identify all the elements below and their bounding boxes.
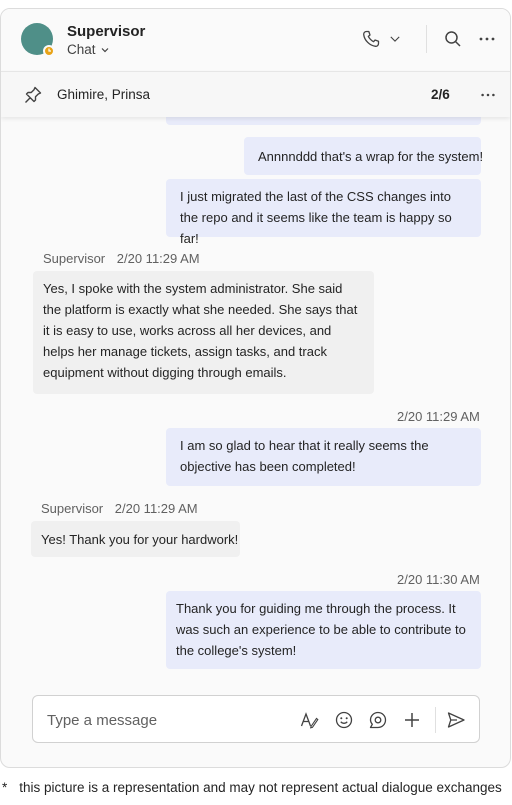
send-button[interactable]	[445, 709, 467, 731]
clock-icon	[48, 48, 51, 52]
attach-plus-icon	[405, 713, 419, 727]
message-bubble-outgoing[interactable]: I am so glad to hear that it really seem…	[166, 428, 481, 486]
search-icon	[445, 31, 461, 47]
search-button[interactable]	[441, 27, 465, 51]
chevron-down-icon	[390, 36, 400, 42]
format-button[interactable]	[298, 709, 320, 731]
message-sender: Supervisor	[41, 501, 104, 516]
emoji-button[interactable]	[333, 709, 355, 731]
call-button[interactable]	[359, 27, 383, 51]
more-options-button[interactable]	[475, 27, 499, 51]
message-timestamp: 2/20 11:29 AM	[116, 251, 200, 266]
message-timestamp: 2/20 11:29 AM	[397, 409, 480, 424]
message-meta: Supervisor 2/20 11:29 AM	[41, 501, 198, 516]
message-list: Annnnddd that's a wrap for the system! I…	[1, 117, 510, 689]
message-bubble-outgoing[interactable]: I just migrated the last of the CSS chan…	[166, 179, 481, 246]
message-bubble-outgoing[interactable]: Annnnddd that's a wrap for the system!	[244, 137, 483, 175]
message-bubble-outgoing[interactable]: Thank you for guiding me through the pro…	[166, 591, 481, 669]
chat-tab-label: Chat	[67, 42, 96, 57]
pinned-sender-name: Ghimire, Prinsa	[57, 87, 151, 102]
message-input[interactable]	[47, 708, 277, 732]
send-icon	[447, 712, 465, 728]
pinned-count: 2/6	[431, 87, 450, 102]
loop-button[interactable]	[367, 709, 389, 731]
footnote-text: this picture is a representation and may…	[19, 780, 502, 795]
chevron-down-icon	[101, 47, 108, 52]
message-timestamp: 2/20 11:29 AM	[114, 501, 198, 516]
footnote-marker: *	[2, 780, 8, 795]
pinned-more-button[interactable]	[477, 85, 499, 105]
message-bubble-partial	[166, 117, 481, 125]
more-icon	[481, 93, 495, 97]
chat-tab-selector[interactable]: Chat	[67, 42, 110, 57]
pin-icon	[25, 86, 42, 103]
format-icon	[300, 712, 319, 729]
message-sender: Supervisor	[43, 251, 106, 266]
message-bubble-incoming[interactable]: Yes, I spoke with the system administrat…	[33, 271, 374, 394]
loop-icon	[369, 711, 387, 729]
composer-divider	[435, 707, 436, 733]
message-bubble-incoming[interactable]: Yes! Thank you for your hardwork!	[31, 521, 240, 557]
message-timestamp: 2/20 11:30 AM	[397, 572, 480, 587]
call-icon	[363, 30, 380, 47]
more-icon	[479, 37, 495, 41]
chat-header: Supervisor Chat	[1, 9, 510, 71]
pinned-message-bar[interactable]: Ghimire, Prinsa 2/6	[1, 71, 510, 117]
header-divider	[426, 25, 427, 53]
emoji-icon	[335, 711, 353, 729]
message-meta: Supervisor 2/20 11:29 AM	[43, 251, 200, 266]
message-composer	[32, 695, 480, 743]
attach-button[interactable]	[401, 709, 423, 731]
presence-away-badge	[43, 45, 55, 57]
chat-title[interactable]: Supervisor	[67, 23, 145, 40]
disclaimer-footnote: * this picture is a representation and ma…	[2, 780, 502, 795]
chat-window: Supervisor Chat Ghimire, Prinsa 2/6 Annn…	[0, 8, 511, 768]
call-options-button[interactable]	[385, 27, 405, 51]
